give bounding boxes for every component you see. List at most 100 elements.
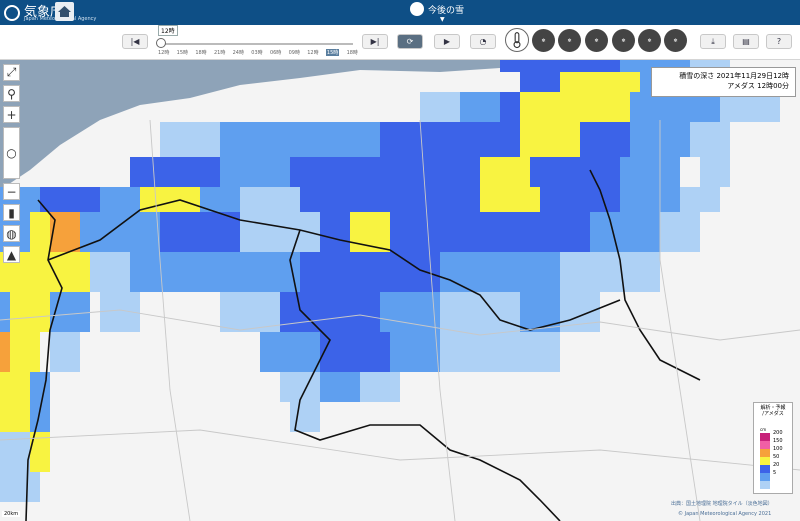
snow-depth-map[interactable] — [0, 60, 800, 521]
legend-label: 5 — [773, 470, 777, 476]
map-canvas[interactable] — [0, 60, 800, 521]
terrain-button[interactable]: ▲ — [3, 246, 20, 263]
snow-depth-cell — [520, 122, 580, 157]
snow-depth-cell — [0, 472, 20, 502]
snow-depth-cell — [380, 122, 480, 157]
time-tick-label[interactable]: 18時 — [347, 49, 358, 56]
zoom-in-button[interactable]: + — [3, 106, 20, 123]
snow-depth-cell — [240, 187, 300, 212]
snow-depth-cell — [300, 252, 340, 292]
snow-depth-cell — [120, 212, 160, 252]
time-slider-handle[interactable] — [156, 38, 166, 48]
snow-depth-cell — [30, 212, 50, 252]
time-tick-label[interactable]: 18時 — [195, 49, 206, 56]
snow-depth-cell — [0, 432, 30, 472]
snow-depth-cell — [590, 212, 660, 252]
skip-forward-icon: ▶| — [370, 37, 380, 46]
scenario-button-4[interactable]: ❄ — [612, 29, 635, 52]
snow-depth-cell — [500, 60, 560, 72]
snow-depth-cell — [290, 402, 320, 432]
map-title: 積雪の深さ — [679, 72, 715, 80]
snow-depth-cell — [620, 72, 640, 92]
snow-depth-cell — [420, 92, 460, 122]
locate-button[interactable]: ⚲ — [3, 85, 20, 102]
help-icon: ? — [776, 37, 782, 46]
time-tick-label[interactable]: 15時 — [325, 49, 340, 56]
time-tick-label[interactable]: 06時 — [270, 49, 281, 56]
time-tick-label[interactable]: 12時 — [307, 49, 318, 56]
time-tick-label[interactable]: 12時 — [158, 49, 169, 56]
snow-depth-cell — [0, 372, 30, 402]
snow-depth-cell — [290, 157, 360, 187]
home-button[interactable] — [55, 2, 74, 21]
info-title-row: 積雪の深さ 2021年11月29日12時 — [658, 71, 789, 81]
scenario-button-5[interactable]: ❄ — [638, 29, 661, 52]
refresh-button[interactable]: ⟳ — [397, 34, 423, 49]
zoom-out-button[interactable]: − — [3, 183, 20, 200]
play-button[interactable]: ▶ — [434, 34, 460, 49]
snow-depth-cell — [160, 122, 220, 157]
plus-icon: + — [6, 107, 17, 122]
skip-forward-button[interactable]: ▶| — [362, 34, 388, 49]
page-title-menu[interactable]: 今後の雪 ▼ — [410, 2, 464, 23]
time-slider[interactable]: 12時 12時 15時 18時 21時 24時 03時 06時 09時 12時 15時 18時 — [156, 25, 358, 59]
snow-depth-cell — [320, 212, 350, 252]
map-datetime: 2021年11月29日12時 — [716, 72, 789, 80]
scenario-button-2[interactable]: ❄ — [558, 29, 581, 52]
scenario-button-6[interactable]: ❄ — [664, 29, 687, 52]
control-toolbar: |◀ 12時 12時 15時 18時 21時 24時 03時 06時 09時 12時 15時 18時… — [0, 25, 800, 60]
time-tick-label[interactable]: 03時 — [251, 49, 262, 56]
zoom-slider[interactable]: ○ — [3, 127, 20, 179]
thermometer-icon — [513, 32, 521, 49]
snow-depth-cell — [560, 252, 620, 292]
weather-scenario-icon: ❄ — [621, 37, 626, 44]
download-button[interactable]: ⤓ — [700, 34, 726, 49]
snow-depth-cell — [520, 332, 560, 372]
help-button[interactable]: ? — [766, 34, 792, 49]
snow-depth-cell — [520, 72, 560, 92]
scenario-button-1[interactable]: ❄ — [532, 29, 555, 52]
speed-button[interactable]: ◔ — [470, 34, 496, 49]
snow-depth-cell — [620, 187, 680, 212]
legend-swatch — [760, 433, 770, 441]
snow-depth-cell — [700, 157, 730, 187]
download-icon: ⤓ — [711, 36, 715, 46]
legend-swatch — [760, 449, 770, 457]
thermometer-button[interactable] — [505, 28, 529, 52]
fullscreen-button[interactable]: ⤢ — [3, 64, 20, 81]
time-tick-label[interactable]: 15時 — [177, 49, 188, 56]
print-button[interactable]: ▤ — [733, 34, 759, 49]
legend-swatch — [760, 465, 770, 473]
snow-depth-cell — [90, 252, 130, 292]
snow-depth-cell — [130, 157, 220, 187]
time-tick-label[interactable]: 09時 — [289, 49, 300, 56]
snow-depth-cell — [480, 157, 530, 187]
snow-depth-cell — [520, 292, 560, 332]
legend-swatch — [760, 473, 770, 481]
snow-depth-cell — [10, 402, 30, 432]
weather-scenario-icon: ❄ — [594, 37, 599, 44]
snow-depth-cell — [530, 157, 620, 187]
snow-depth-cell — [0, 402, 10, 432]
bookmark-button[interactable]: ▮ — [3, 204, 20, 221]
zoom-slider-handle[interactable]: ○ — [6, 146, 16, 160]
snow-depth-cell — [490, 212, 590, 252]
skip-back-button[interactable]: |◀ — [122, 34, 148, 49]
time-tick-label[interactable]: 21時 — [214, 49, 225, 56]
location-pin-icon: ⚲ — [7, 86, 16, 101]
play-icon: ▶ — [443, 37, 451, 46]
weather-scenario-icon: ❄ — [647, 37, 652, 44]
snow-depth-cell — [280, 372, 320, 402]
snow-icon — [410, 2, 424, 16]
legend-unit: cm — [760, 427, 767, 432]
snow-depth-cell — [260, 332, 320, 372]
layer-button[interactable]: ◍ — [3, 225, 20, 242]
scale-bar: 20km — [2, 511, 21, 517]
scenario-button-3[interactable]: ❄ — [585, 29, 608, 52]
time-tick-label[interactable]: 24時 — [233, 49, 244, 56]
source-time: 12時00分 — [757, 82, 789, 90]
attribution-line-1[interactable]: 出典：国土地理院 地理院タイル（淡色地図） — [671, 500, 773, 507]
time-slider-track[interactable] — [158, 43, 353, 45]
minus-icon: − — [6, 184, 17, 199]
legend-label: 200 — [773, 430, 783, 436]
